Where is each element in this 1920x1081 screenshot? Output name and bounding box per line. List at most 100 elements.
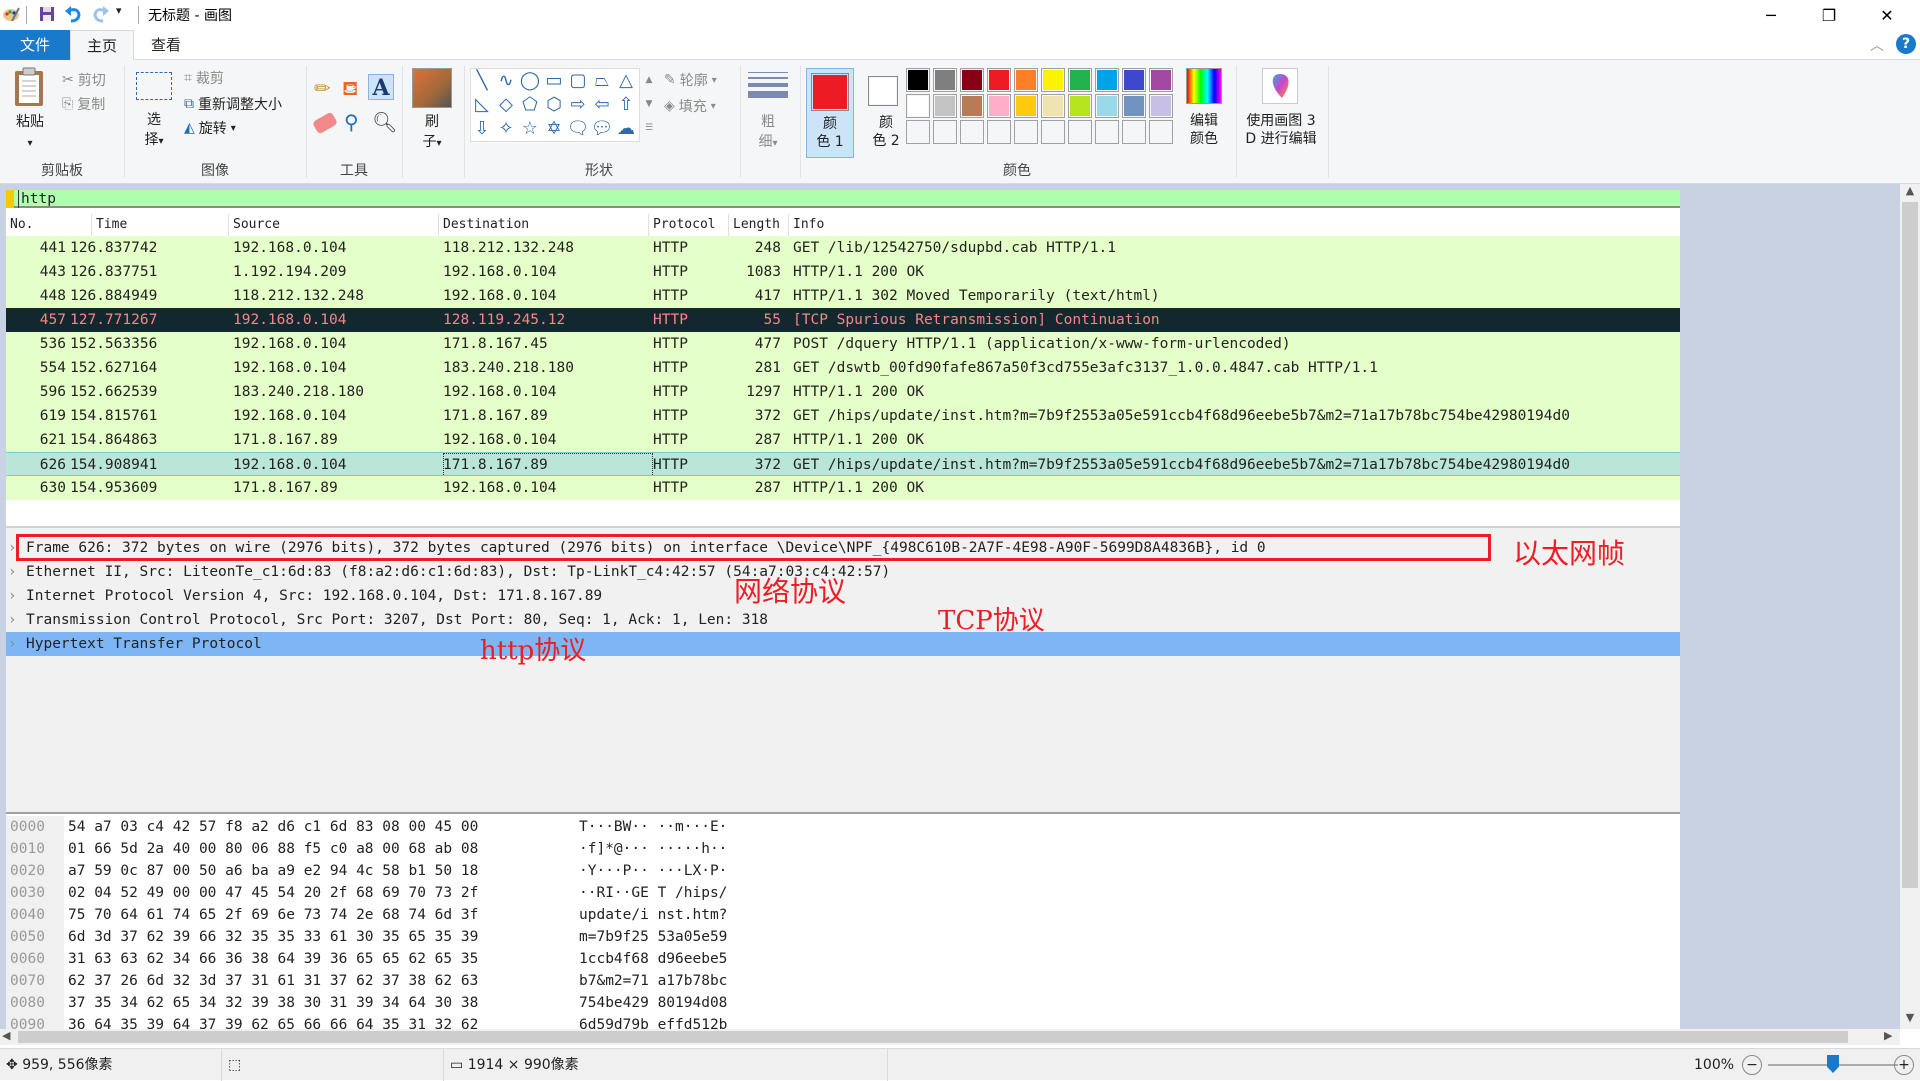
palette-color-swatch[interactable] xyxy=(933,94,957,118)
four-point-star-shape-icon[interactable]: ✧ xyxy=(495,117,517,139)
six-point-star-shape-icon[interactable]: ✡ xyxy=(543,117,565,139)
paint3d-icon[interactable] xyxy=(1262,68,1298,104)
detail-tree-row[interactable]: › Transmission Control Protocol, Src Port… xyxy=(6,608,1680,632)
scroll-up-icon[interactable]: ▲ xyxy=(1900,184,1920,202)
color1-button[interactable]: 颜色 1 xyxy=(806,68,854,158)
five-point-star-shape-icon[interactable]: ☆ xyxy=(519,117,541,139)
edit-colors-icon[interactable] xyxy=(1186,68,1222,104)
custom-color-slot[interactable] xyxy=(1122,120,1146,144)
close-button[interactable]: ✕ xyxy=(1858,0,1916,30)
tab-file[interactable]: 文件 xyxy=(0,30,70,60)
palette-color-swatch[interactable] xyxy=(1068,94,1092,118)
undo-icon[interactable] xyxy=(64,5,82,23)
packet-row[interactable]: 596 152.662539 183.240.218.180 192.168.0.10… xyxy=(6,380,1680,404)
line-shape-icon[interactable]: ╲ xyxy=(471,69,493,91)
expand-arrow-icon[interactable]: › xyxy=(8,608,16,632)
copy-button[interactable]: ⎘ 复制 xyxy=(62,94,105,114)
fill-bucket-icon[interactable]: ⛾ xyxy=(342,76,358,103)
palette-color-swatch[interactable] xyxy=(1095,68,1119,92)
palette-color-swatch[interactable] xyxy=(1122,68,1146,92)
curve-shape-icon[interactable]: ∿ xyxy=(495,69,517,91)
packet-row[interactable]: 630 154.953609 171.8.167.89 192.168.0.104 HT… xyxy=(6,476,1680,500)
resize-button[interactable]: ⧉ 重新调整大小 xyxy=(184,94,282,114)
up-arrow-shape-icon[interactable]: ⇧ xyxy=(615,93,637,115)
column-header-destination[interactable]: Destination xyxy=(439,214,649,236)
left-arrow-shape-icon[interactable]: ⇦ xyxy=(591,93,613,115)
custom-color-slot[interactable] xyxy=(906,120,930,144)
edit-colors-button[interactable]: 编辑 颜色 xyxy=(1184,112,1224,148)
detail-tree-row[interactable]: › Hypertext Transfer Protocol xyxy=(6,632,1680,656)
outline-button[interactable]: ✎ 轮廓 ▾ xyxy=(664,70,717,90)
vertical-scrollbar[interactable]: ▲ ▼ xyxy=(1900,184,1920,1029)
paint3d-button[interactable]: 使用画图 3D 进行编辑 xyxy=(1240,112,1322,148)
custom-color-slot[interactable] xyxy=(960,120,984,144)
horizontal-scrollbar[interactable]: ◀ ▶ xyxy=(0,1029,1900,1045)
zoom-slider-thumb[interactable] xyxy=(1827,1055,1839,1073)
custom-color-slot[interactable] xyxy=(1014,120,1038,144)
expand-arrow-icon[interactable]: › xyxy=(8,560,16,584)
restore-button[interactable]: ❐ xyxy=(1800,0,1858,30)
column-header-source[interactable]: Source xyxy=(229,214,439,236)
scroll-down-icon[interactable]: ▼ xyxy=(1900,1011,1920,1029)
paste-icon[interactable] xyxy=(12,66,48,108)
customize-dropdown-icon[interactable]: ▾ xyxy=(116,4,122,17)
paint-app-icon[interactable] xyxy=(2,5,20,23)
palette-color-swatch[interactable] xyxy=(933,68,957,92)
custom-color-slot[interactable] xyxy=(987,120,1011,144)
collapse-ribbon-icon[interactable]: ︿ xyxy=(1870,35,1884,55)
palette-color-swatch[interactable] xyxy=(1095,94,1119,118)
palette-color-swatch[interactable] xyxy=(960,68,984,92)
palette-color-swatch[interactable] xyxy=(1014,68,1038,92)
oval-shape-icon[interactable]: ◯ xyxy=(519,69,541,91)
magnifier-icon[interactable]: 🔍︎ xyxy=(372,110,397,134)
scroll-left-icon[interactable]: ◀ xyxy=(2,1029,10,1042)
palette-color-swatch[interactable] xyxy=(1122,94,1146,118)
zoom-out-button[interactable]: − xyxy=(1742,1055,1762,1075)
packet-row[interactable]: 536 152.563356 192.168.0.104 171.8.167.45 HT… xyxy=(6,332,1680,356)
custom-color-slot[interactable] xyxy=(1095,120,1119,144)
diamond-shape-icon[interactable]: ◇ xyxy=(495,93,517,115)
scroll-right-icon[interactable]: ▶ xyxy=(1884,1029,1892,1042)
custom-color-slot[interactable] xyxy=(1041,120,1065,144)
zoom-in-button[interactable]: + xyxy=(1894,1055,1914,1075)
column-header-protocol[interactable]: Protocol xyxy=(649,214,729,236)
shapes-scroll[interactable]: ▲ ▼ ☰ xyxy=(642,68,656,142)
expand-arrow-icon[interactable]: › xyxy=(8,584,16,608)
packet-row[interactable]: 457 127.771267 192.168.0.104 128.119.245.12… xyxy=(6,308,1680,332)
paste-button[interactable]: 粘贴 ▾ xyxy=(10,112,50,154)
down-arrow-shape-icon[interactable]: ⇩ xyxy=(471,117,493,139)
palette-color-swatch[interactable] xyxy=(1149,94,1173,118)
packet-row[interactable]: 443 126.837751 1.192.194.209 192.168.0.104 H… xyxy=(6,260,1680,284)
column-header-time[interactable]: Time xyxy=(92,214,229,236)
cloud-callout-shape-icon[interactable]: ☁ xyxy=(615,117,637,139)
palette-color-swatch[interactable] xyxy=(1041,94,1065,118)
packet-row[interactable]: 448 126.884949 118.212.132.248 192.168.0.10… xyxy=(6,284,1680,308)
palette-color-swatch[interactable] xyxy=(987,94,1011,118)
right-triangle-shape-icon[interactable]: ◺ xyxy=(471,93,493,115)
palette-color-swatch[interactable] xyxy=(906,68,930,92)
size-button[interactable]: 粗细▾ xyxy=(748,112,788,154)
palette-color-swatch[interactable] xyxy=(1149,68,1173,92)
palette-color-swatch[interactable] xyxy=(1068,68,1092,92)
rect-callout-shape-icon[interactable]: 🗨︎ xyxy=(567,117,590,139)
select-icon[interactable] xyxy=(136,72,172,100)
palette-color-swatch[interactable] xyxy=(1014,94,1038,118)
rounded-rectangle-shape-icon[interactable]: ▢ xyxy=(567,69,589,91)
pentagon-shape-icon[interactable]: ⬠ xyxy=(519,93,541,115)
column-header-info[interactable]: Info xyxy=(789,214,1680,236)
column-header-no[interactable]: No. xyxy=(6,214,92,236)
text-icon[interactable]: A xyxy=(368,74,394,101)
custom-color-slot[interactable] xyxy=(1149,120,1173,144)
right-arrow-shape-icon[interactable]: ⇨ xyxy=(567,93,589,115)
brushes-button[interactable]: 刷子▾ xyxy=(412,112,452,154)
select-button[interactable]: 选择▾ xyxy=(136,110,172,152)
tab-view[interactable]: 查看 xyxy=(134,30,198,60)
custom-color-slot[interactable] xyxy=(1068,120,1092,144)
column-header-length[interactable]: Length xyxy=(729,214,789,236)
color2-button[interactable]: 颜色 2 xyxy=(862,68,910,158)
palette-color-swatch[interactable] xyxy=(960,94,984,118)
oval-callout-shape-icon[interactable]: 💬︎ xyxy=(591,117,614,139)
cut-button[interactable]: ✂ 剪切 xyxy=(62,70,106,90)
vertical-scroll-thumb[interactable] xyxy=(1902,202,1918,888)
pencil-icon[interactable]: ✏ xyxy=(314,76,331,100)
